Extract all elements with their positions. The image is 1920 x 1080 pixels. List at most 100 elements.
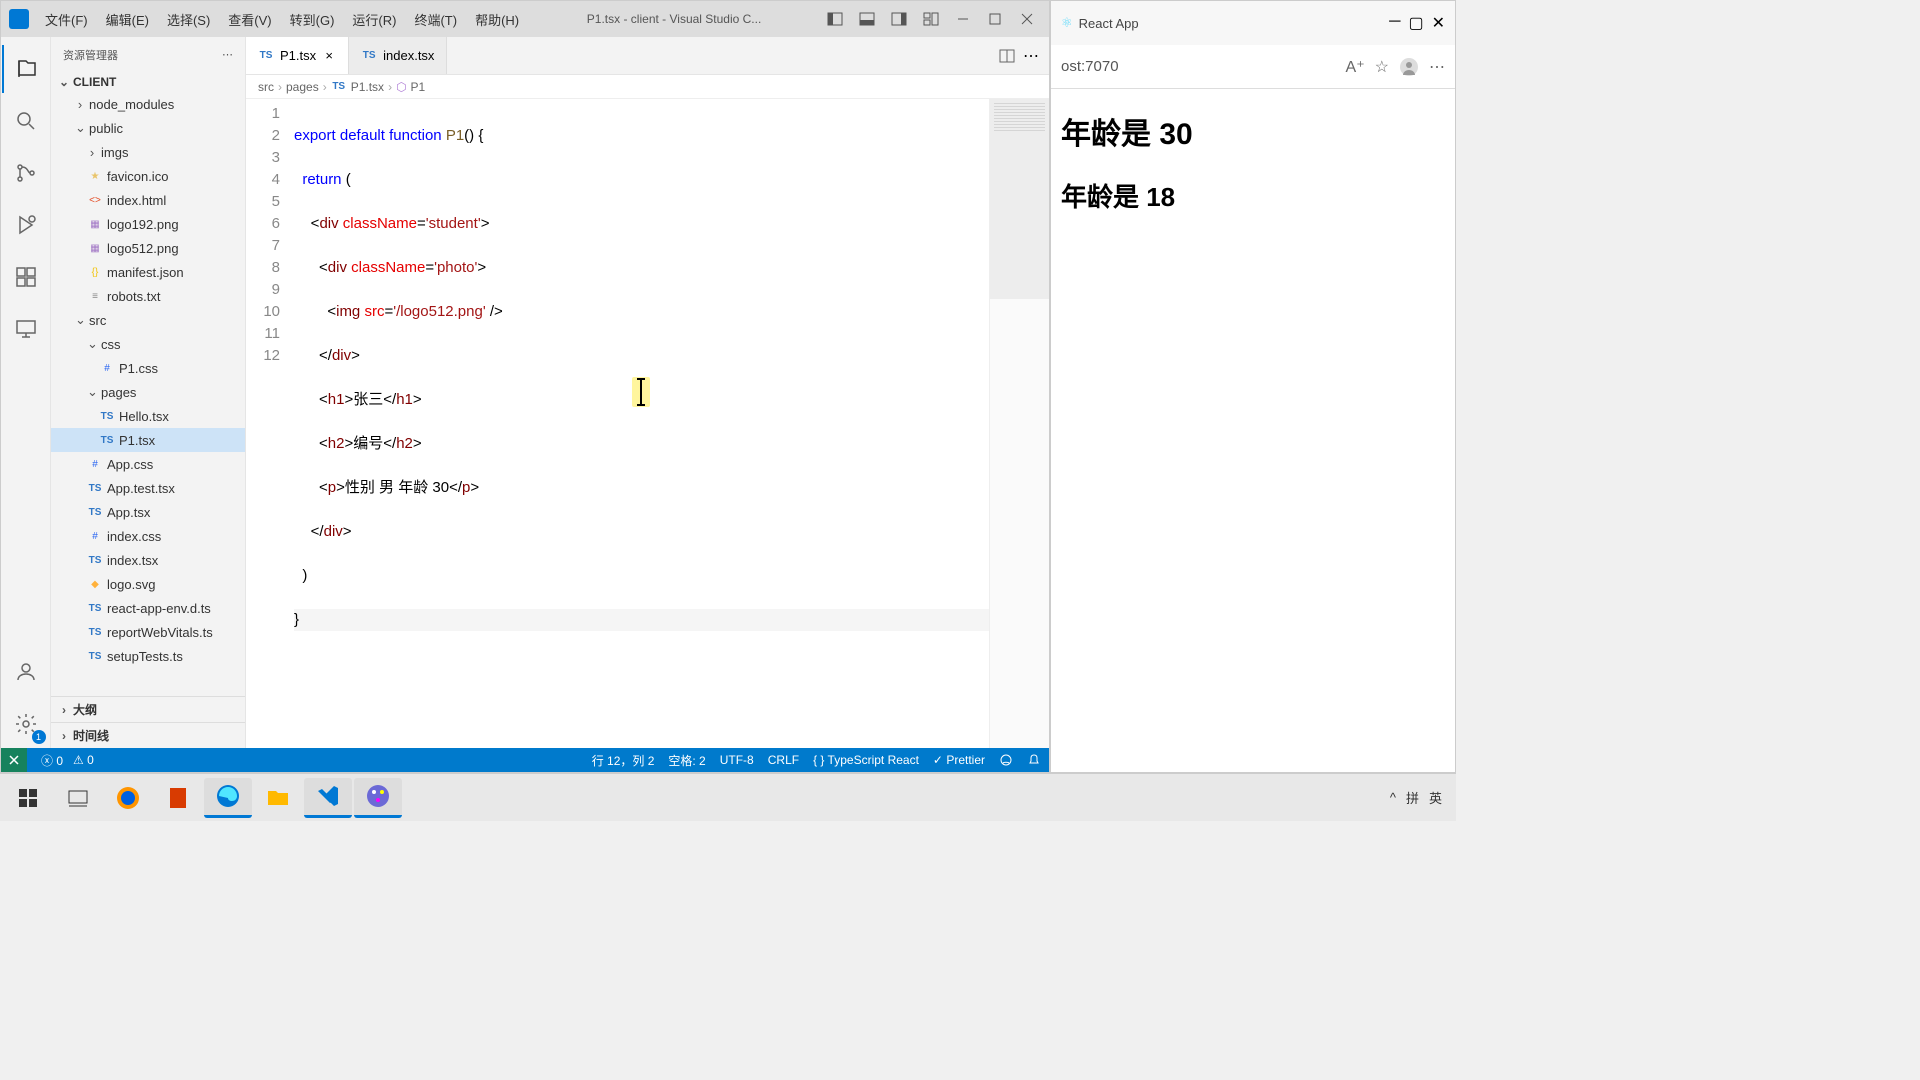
split-editor-icon[interactable] bbox=[999, 48, 1015, 64]
browser-tab[interactable]: ⚛ React App bbox=[1061, 15, 1139, 31]
feedback-icon[interactable] bbox=[999, 753, 1013, 767]
layout-left-icon[interactable] bbox=[821, 9, 849, 29]
tree-item-logo192-png[interactable]: ▦logo192.png bbox=[51, 212, 245, 236]
tab-p1[interactable]: TS P1.tsx × bbox=[246, 37, 349, 74]
tree-item-reportWebVitals-ts[interactable]: TSreportWebVitals.ts bbox=[51, 620, 245, 644]
more-icon[interactable]: ⋯ bbox=[1429, 57, 1445, 77]
tree-item-src[interactable]: ⌄src bbox=[51, 308, 245, 332]
language-mode[interactable]: { } TypeScript React bbox=[813, 753, 919, 767]
tree-item-App-tsx[interactable]: TSApp.tsx bbox=[51, 500, 245, 524]
close-tab-icon[interactable]: × bbox=[322, 49, 336, 63]
menu-help[interactable]: 帮助(H) bbox=[467, 6, 527, 33]
url-text: ost:7070 bbox=[1061, 58, 1119, 75]
outline-section[interactable]: › 大纲 bbox=[51, 696, 245, 722]
tray-chevron-icon[interactable]: ^ bbox=[1390, 790, 1396, 805]
layout-bottom-icon[interactable] bbox=[853, 9, 881, 29]
errors-indicator[interactable]: ⓧ 0 bbox=[41, 752, 63, 769]
menu-terminal[interactable]: 终端(T) bbox=[406, 6, 465, 33]
reader-icon[interactable]: A⁺ bbox=[1346, 57, 1365, 77]
run-debug-icon[interactable] bbox=[2, 201, 50, 249]
file-label: index.css bbox=[107, 529, 161, 544]
layout-custom-icon[interactable] bbox=[917, 9, 945, 29]
close-button[interactable]: ✕ bbox=[1432, 13, 1445, 33]
explorer-icon[interactable] bbox=[2, 45, 50, 93]
minimize-button[interactable]: ─ bbox=[1389, 13, 1400, 33]
maximize-button[interactable]: ▢ bbox=[1408, 13, 1423, 33]
close-button[interactable] bbox=[1013, 9, 1041, 29]
breadcrumb-item[interactable]: P1 bbox=[411, 80, 426, 94]
tree-item-P1-css[interactable]: #P1.css bbox=[51, 356, 245, 380]
file-tree[interactable]: ›node_modules⌄public›imgs★favicon.ico<>i… bbox=[51, 92, 245, 696]
tree-item-favicon-ico[interactable]: ★favicon.ico bbox=[51, 164, 245, 188]
tree-item-imgs[interactable]: ›imgs bbox=[51, 140, 245, 164]
prettier-status[interactable]: ✓ Prettier bbox=[933, 753, 985, 767]
menu-go[interactable]: 转到(G) bbox=[282, 6, 343, 33]
timeline-section[interactable]: › 时间线 bbox=[51, 722, 245, 748]
layout-right-icon[interactable] bbox=[885, 9, 913, 29]
tree-item-pages[interactable]: ⌄pages bbox=[51, 380, 245, 404]
tree-item-logo-svg[interactable]: ◆logo.svg bbox=[51, 572, 245, 596]
extensions-icon[interactable] bbox=[2, 253, 50, 301]
remote-explorer-icon[interactable] bbox=[2, 305, 50, 353]
tree-item-App-test-tsx[interactable]: TSApp.test.tsx bbox=[51, 476, 245, 500]
remote-indicator[interactable] bbox=[1, 748, 27, 772]
tree-item-index-tsx[interactable]: TSindex.tsx bbox=[51, 548, 245, 572]
file-explorer-icon[interactable] bbox=[254, 778, 302, 818]
tree-item-setupTests-ts[interactable]: TSsetupTests.ts bbox=[51, 644, 245, 668]
chevron-right-icon: › bbox=[59, 703, 69, 717]
code-content[interactable]: export default function P1() { return ( … bbox=[294, 99, 989, 748]
tree-item-react-app-env-d-ts[interactable]: TSreact-app-env.d.ts bbox=[51, 596, 245, 620]
more-actions-icon[interactable]: ⋯ bbox=[1023, 46, 1039, 66]
menu-view[interactable]: 查看(V) bbox=[220, 6, 279, 33]
cursor-position[interactable]: 行 12，列 2 bbox=[592, 752, 655, 769]
start-button[interactable] bbox=[4, 778, 52, 818]
tree-item-Hello-tsx[interactable]: TSHello.tsx bbox=[51, 404, 245, 428]
browser-address-bar[interactable]: ost:7070 A⁺ ☆ ⋯ bbox=[1051, 45, 1455, 89]
warnings-indicator[interactable]: ⚠ 0 bbox=[73, 753, 94, 767]
settings-gear-icon[interactable]: 1 bbox=[2, 700, 50, 748]
breadcrumb-item[interactable]: pages bbox=[286, 80, 319, 94]
menu-selection[interactable]: 选择(S) bbox=[159, 6, 218, 33]
account-icon[interactable] bbox=[2, 648, 50, 696]
indentation[interactable]: 空格: 2 bbox=[668, 752, 705, 769]
breadcrumb[interactable]: src › pages › TS P1.tsx › ⬡ P1 bbox=[246, 75, 1049, 99]
tree-item-App-css[interactable]: #App.css bbox=[51, 452, 245, 476]
bell-icon[interactable] bbox=[1027, 753, 1041, 767]
search-icon[interactable] bbox=[2, 97, 50, 145]
ime-indicator[interactable]: 拼 bbox=[1406, 788, 1419, 807]
breadcrumb-item[interactable]: P1.tsx bbox=[351, 80, 384, 94]
encoding[interactable]: UTF-8 bbox=[720, 753, 754, 767]
ime-lang[interactable]: 英 bbox=[1429, 788, 1442, 807]
vscode-taskbar-icon[interactable] bbox=[304, 778, 352, 818]
paint-icon[interactable] bbox=[354, 778, 402, 818]
menu-run[interactable]: 运行(R) bbox=[344, 6, 404, 33]
tree-item-logo512-png[interactable]: ▦logo512.png bbox=[51, 236, 245, 260]
tree-item-node_modules[interactable]: ›node_modules bbox=[51, 92, 245, 116]
project-root[interactable]: ⌄ CLIENT bbox=[51, 72, 245, 92]
breadcrumb-item[interactable]: src bbox=[258, 80, 274, 94]
tree-item-P1-tsx[interactable]: TSP1.tsx bbox=[51, 428, 245, 452]
tree-item-css[interactable]: ⌄css bbox=[51, 332, 245, 356]
task-view-icon[interactable] bbox=[54, 778, 102, 818]
tab-index[interactable]: TS index.tsx bbox=[349, 37, 447, 74]
minimize-button[interactable] bbox=[949, 9, 977, 29]
maximize-button[interactable] bbox=[981, 9, 1009, 29]
tree-item-manifest-json[interactable]: {}manifest.json bbox=[51, 260, 245, 284]
more-icon[interactable]: ⋯ bbox=[222, 48, 233, 61]
minimap[interactable] bbox=[989, 99, 1049, 748]
eol[interactable]: CRLF bbox=[768, 753, 799, 767]
edge-icon[interactable] bbox=[204, 778, 252, 818]
chevron-right-icon: › bbox=[75, 97, 85, 112]
menu-file[interactable]: 文件(F) bbox=[37, 6, 96, 33]
tree-item-public[interactable]: ⌄public bbox=[51, 116, 245, 140]
source-control-icon[interactable] bbox=[2, 149, 50, 197]
favorites-icon[interactable]: ☆ bbox=[1375, 57, 1389, 77]
firefox-icon[interactable] bbox=[104, 778, 152, 818]
tree-item-robots-txt[interactable]: ≡robots.txt bbox=[51, 284, 245, 308]
tree-item-index-html[interactable]: <>index.html bbox=[51, 188, 245, 212]
menu-edit[interactable]: 编辑(E) bbox=[98, 6, 157, 33]
code-editor[interactable]: 123456789101112 export default function … bbox=[246, 99, 1049, 748]
office-icon[interactable] bbox=[154, 778, 202, 818]
profile-icon[interactable] bbox=[1399, 57, 1419, 77]
tree-item-index-css[interactable]: #index.css bbox=[51, 524, 245, 548]
